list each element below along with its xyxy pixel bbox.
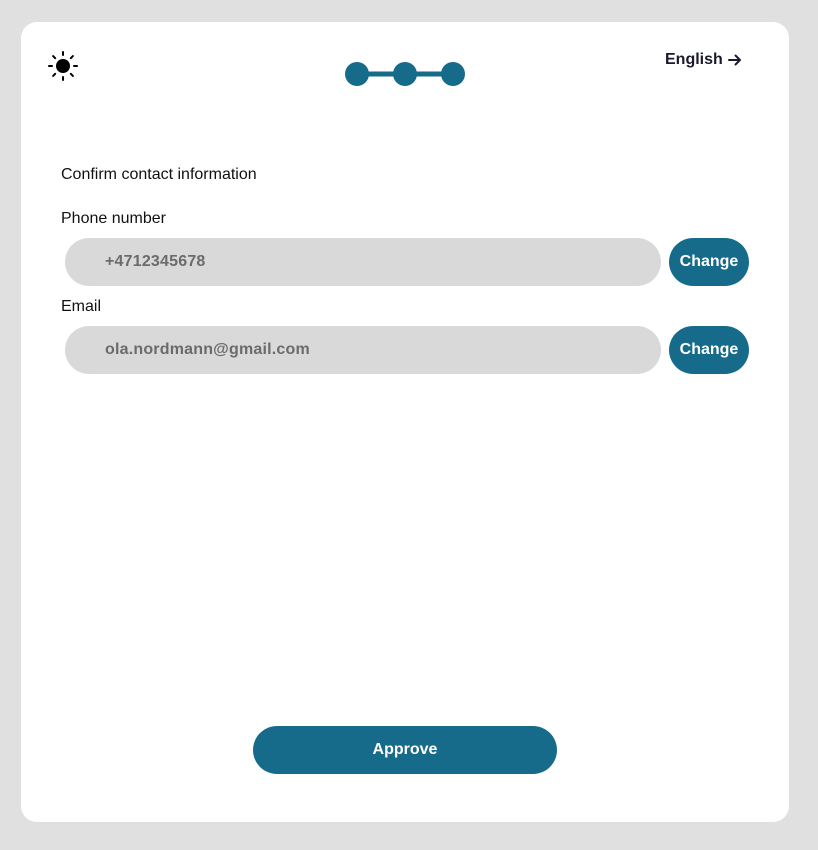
- email-label: Email: [61, 298, 102, 315]
- phone-field: +4712345678: [65, 238, 661, 286]
- theme-toggle-button[interactable]: [47, 50, 79, 82]
- arrow-right-icon: [727, 54, 741, 66]
- approve-button[interactable]: Approve: [253, 726, 557, 774]
- stepper-step-1: [345, 62, 369, 86]
- page-heading: Confirm contact information: [61, 166, 257, 183]
- email-field: ola.nordmann@gmail.com: [65, 326, 661, 374]
- change-phone-button[interactable]: Change: [669, 238, 749, 286]
- language-label: English: [665, 51, 723, 68]
- progress-stepper: [344, 61, 466, 87]
- sun-icon: [48, 51, 78, 81]
- stepper-step-3: [441, 62, 465, 86]
- change-email-button[interactable]: Change: [669, 326, 749, 374]
- phone-label: Phone number: [61, 210, 166, 227]
- contact-confirmation-card: English Confirm contact information Phon…: [21, 22, 789, 822]
- stepper-step-2: [393, 62, 417, 86]
- language-switch-link[interactable]: English: [665, 50, 743, 70]
